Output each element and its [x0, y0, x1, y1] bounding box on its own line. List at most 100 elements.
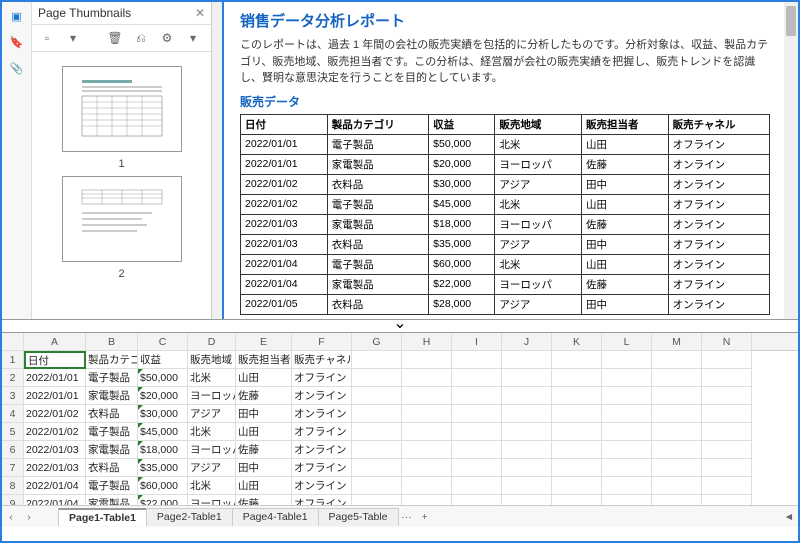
cell[interactable]: アジア: [188, 405, 236, 423]
cell[interactable]: 2022/01/01: [24, 387, 86, 405]
cell[interactable]: オンライン: [292, 441, 352, 459]
cell[interactable]: [652, 351, 702, 369]
tab-nav-next[interactable]: ›: [20, 511, 38, 523]
cell[interactable]: [402, 459, 452, 477]
cell[interactable]: 2022/01/03: [24, 441, 86, 459]
cell[interactable]: [602, 423, 652, 441]
row-number[interactable]: 6: [2, 441, 24, 459]
cell[interactable]: [702, 459, 752, 477]
cell[interactable]: [652, 369, 702, 387]
cell[interactable]: [652, 477, 702, 495]
cell[interactable]: [652, 405, 702, 423]
cell[interactable]: 2022/01/03: [24, 459, 86, 477]
col-head[interactable]: G: [352, 333, 402, 351]
cell[interactable]: 家電製品: [86, 495, 138, 505]
cell[interactable]: [452, 495, 502, 505]
row-number[interactable]: 9: [2, 495, 24, 505]
cell[interactable]: [602, 369, 652, 387]
cell[interactable]: 2022/01/04: [24, 477, 86, 495]
sheet-tab[interactable]: Page1-Table1: [58, 508, 147, 526]
cell[interactable]: 家電製品: [86, 441, 138, 459]
cell[interactable]: [552, 495, 602, 505]
cell[interactable]: 田中: [236, 459, 292, 477]
cell[interactable]: [602, 477, 652, 495]
cell[interactable]: [402, 423, 452, 441]
cell[interactable]: 山田: [236, 477, 292, 495]
cell[interactable]: [452, 477, 502, 495]
cell[interactable]: 北米: [188, 423, 236, 441]
cell[interactable]: 衣料品: [86, 405, 138, 423]
cell[interactable]: $22,000: [138, 495, 188, 505]
cell[interactable]: 佐藤: [236, 495, 292, 505]
cell[interactable]: [502, 459, 552, 477]
cell[interactable]: 電子製品: [86, 369, 138, 387]
cell[interactable]: 電子製品: [86, 477, 138, 495]
col-head[interactable]: K: [552, 333, 602, 351]
cell[interactable]: [502, 405, 552, 423]
cell[interactable]: 家電製品: [86, 387, 138, 405]
cell[interactable]: $60,000: [138, 477, 188, 495]
cell[interactable]: ヨーロッパ: [188, 387, 236, 405]
cell[interactable]: オンライン: [292, 477, 352, 495]
sheet-tab[interactable]: Page5-Table: [318, 508, 399, 526]
chevron-down-icon[interactable]: ▾: [184, 29, 202, 47]
cell[interactable]: ヨーロッパ: [188, 495, 236, 505]
cell[interactable]: [452, 423, 502, 441]
cell[interactable]: [602, 441, 652, 459]
tab-add[interactable]: +: [416, 511, 434, 523]
row-number[interactable]: 4: [2, 405, 24, 423]
cell[interactable]: [452, 405, 502, 423]
cell[interactable]: 北米: [188, 369, 236, 387]
cell[interactable]: [552, 405, 602, 423]
cell[interactable]: [402, 441, 452, 459]
cell[interactable]: [702, 495, 752, 505]
row-number[interactable]: 3: [2, 387, 24, 405]
cell[interactable]: [502, 441, 552, 459]
chevron-down-icon[interactable]: ▾: [64, 29, 82, 47]
sheet-tab[interactable]: Page4-Table1: [232, 508, 319, 526]
cell[interactable]: [452, 441, 502, 459]
col-head[interactable]: H: [402, 333, 452, 351]
cell[interactable]: 日付: [24, 351, 86, 369]
cell[interactable]: [352, 423, 402, 441]
cell[interactable]: オフライン: [292, 369, 352, 387]
col-head[interactable]: A: [24, 333, 86, 351]
cell[interactable]: オンライン: [292, 405, 352, 423]
cell[interactable]: [352, 477, 402, 495]
cell[interactable]: [502, 423, 552, 441]
cell[interactable]: 電子製品: [86, 423, 138, 441]
page-thumbnail-2[interactable]: [62, 176, 182, 262]
cell[interactable]: 2022/01/02: [24, 423, 86, 441]
thumbnails-icon[interactable]: ▣: [9, 8, 25, 24]
cell[interactable]: $50,000: [138, 369, 188, 387]
cell[interactable]: [352, 441, 402, 459]
row-number[interactable]: 5: [2, 423, 24, 441]
col-head[interactable]: N: [702, 333, 752, 351]
cell[interactable]: [402, 351, 452, 369]
tab-scroll-left[interactable]: ◄: [780, 511, 798, 523]
sheet-tab[interactable]: Page2-Table1: [146, 508, 233, 526]
cell[interactable]: アジア: [188, 459, 236, 477]
cell[interactable]: [352, 387, 402, 405]
cell[interactable]: 佐藤: [236, 387, 292, 405]
cell[interactable]: [502, 369, 552, 387]
cell[interactable]: [452, 387, 502, 405]
cell[interactable]: [552, 477, 602, 495]
row-number[interactable]: 2: [2, 369, 24, 387]
cell[interactable]: [552, 459, 602, 477]
cell[interactable]: $18,000: [138, 441, 188, 459]
cell[interactable]: [702, 405, 752, 423]
cell[interactable]: [352, 459, 402, 477]
cell[interactable]: [402, 387, 452, 405]
cell[interactable]: [502, 387, 552, 405]
cell[interactable]: [602, 495, 652, 505]
cell[interactable]: [452, 351, 502, 369]
cell[interactable]: 製品カテゴ!: [86, 351, 138, 369]
col-head[interactable]: J: [502, 333, 552, 351]
cell[interactable]: $20,000: [138, 387, 188, 405]
cell[interactable]: [502, 351, 552, 369]
gear-icon[interactable]: ⚙: [158, 29, 176, 47]
cell[interactable]: 田中: [236, 405, 292, 423]
cell[interactable]: $35,000: [138, 459, 188, 477]
page-thumbnail-1[interactable]: [62, 66, 182, 152]
